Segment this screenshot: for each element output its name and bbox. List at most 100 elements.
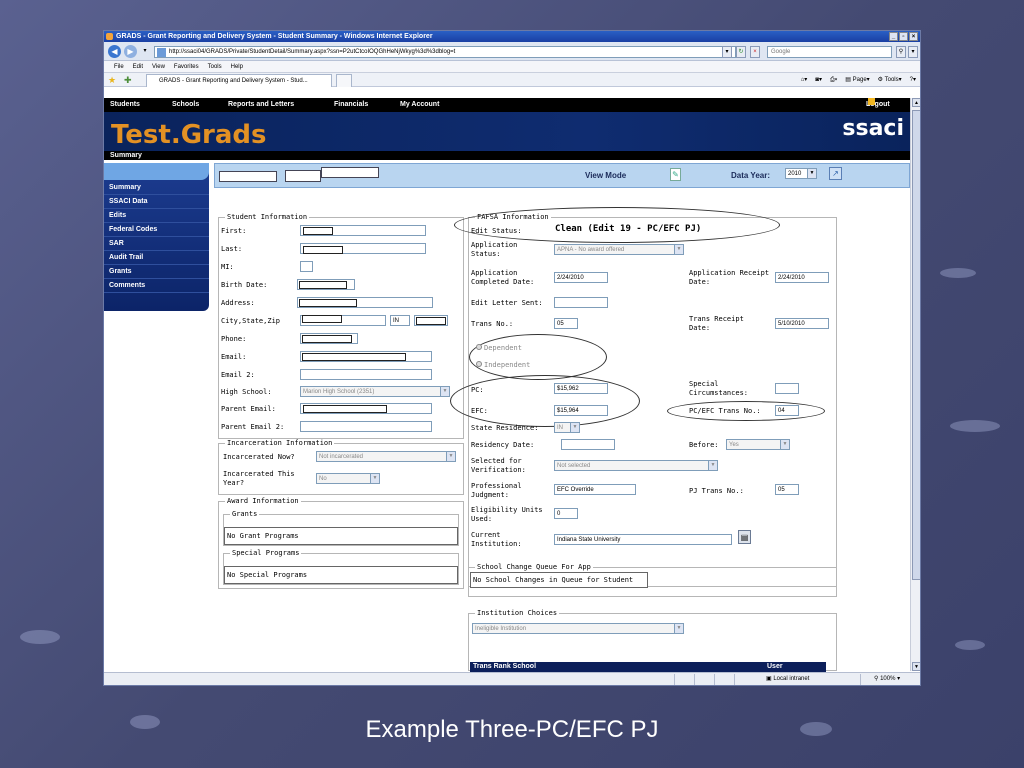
browser-tab[interactable]: GRADS - Grant Reporting and Delivery Sys… <box>146 74 332 87</box>
incarcerated-year-select[interactable]: No ▼ <box>316 473 380 484</box>
address-input[interactable] <box>297 297 433 308</box>
state-residence-select[interactable]: IN ▼ <box>554 422 580 433</box>
email-input[interactable] <box>300 351 432 362</box>
forward-icon[interactable]: ▶ <box>124 45 137 58</box>
sidebar-item-grants[interactable]: Grants <box>104 265 209 279</box>
tools-menu[interactable]: ⚙ Tools▾ <box>878 73 902 87</box>
institution-lookup-icon[interactable]: ▤ <box>738 530 751 544</box>
sidebar-item-edits[interactable]: Edits <box>104 209 209 223</box>
trans-no-input[interactable]: 05 <box>554 318 578 329</box>
breadcrumb: Summary <box>104 151 910 160</box>
trans-receipt-input[interactable]: 5/10/2010 <box>775 318 829 329</box>
pc-efc-trans-input[interactable]: 04 <box>775 405 799 416</box>
institution-choices-select[interactable]: Ineligible Institution ▼ <box>472 623 684 634</box>
nav-reports-letters[interactable]: Reports and Letters <box>228 98 294 112</box>
elig-units-input[interactable]: 0 <box>554 508 578 519</box>
stop-icon[interactable]: × <box>750 46 760 58</box>
special-circ-input[interactable] <box>775 383 799 394</box>
scroll-down-icon[interactable]: ▼ <box>912 662 920 671</box>
url-field[interactable]: http://ssaci04/GRADS/Private/StudentDeta… <box>154 46 736 58</box>
institution-table-header: Trans Rank School User <box>470 662 826 672</box>
scroll-up-icon[interactable]: ▲ <box>912 98 920 107</box>
sidebar-item-summary[interactable]: Summary <box>104 181 209 195</box>
app-completed-input[interactable]: 2/24/2010 <box>554 272 608 283</box>
history-dropdown-icon[interactable]: ▾ <box>140 46 150 58</box>
sidebar-item-ssaci-data[interactable]: SSACI Data <box>104 195 209 209</box>
new-tab-button[interactable] <box>336 74 352 87</box>
menu-help[interactable]: Help <box>231 61 243 72</box>
url-dropdown-icon[interactable]: ▾ <box>722 46 732 58</box>
close-button[interactable]: × <box>909 32 918 41</box>
state-input[interactable]: IN <box>390 315 410 326</box>
pc-input[interactable]: $15,962 <box>554 383 608 394</box>
sidebar-item-audit-trail[interactable]: Audit Trail <box>104 251 209 265</box>
edit-letter-label: Edit Letter Sent: <box>471 299 543 307</box>
help-icon[interactable]: ?▾ <box>910 73 916 87</box>
high-school-select[interactable]: Marion High School (2351) ▼ <box>300 386 450 397</box>
last-input[interactable] <box>300 243 426 254</box>
chevron-down-icon: ▼ <box>780 440 789 449</box>
phone-input[interactable] <box>300 333 358 344</box>
sidebar-item-comments[interactable]: Comments <box>104 279 209 293</box>
parent-email2-input[interactable] <box>300 421 432 432</box>
search-input[interactable]: Google <box>767 46 892 58</box>
maximize-button[interactable]: ▫ <box>899 32 908 41</box>
page-scrollbar[interactable]: ▲ ▼ <box>910 98 920 671</box>
data-year-go-icon[interactable]: ↗ <box>829 167 842 180</box>
back-icon[interactable]: ◀ <box>108 45 121 58</box>
parent-email-input[interactable] <box>300 403 432 414</box>
home-icon[interactable]: ⌂▾ <box>801 73 808 87</box>
app-receipt-input[interactable]: 2/24/2010 <box>775 272 829 283</box>
search-icon[interactable]: ⚲ <box>896 46 906 58</box>
data-year-select[interactable]: 2010 ▼ <box>785 168 817 179</box>
special-programs-value-box: No Special Programs <box>224 566 458 584</box>
nav-my-account[interactable]: My Account <box>400 98 439 112</box>
nav-schools[interactable]: Schools <box>172 98 199 112</box>
favorites-star-icon[interactable]: ★ <box>108 75 116 85</box>
before-select[interactable]: Yes ▼ <box>726 439 790 450</box>
sidebar-item-federal-codes[interactable]: Federal Codes <box>104 223 209 237</box>
residency-date-input[interactable] <box>561 439 615 450</box>
menu-tools[interactable]: Tools <box>208 61 222 72</box>
zip-input[interactable] <box>414 315 448 326</box>
menu-edit[interactable]: Edit <box>133 61 143 72</box>
pj-trans-input[interactable]: 05 <box>775 484 799 495</box>
menu-view[interactable]: View <box>152 61 165 72</box>
window-titlebar: GRADS - Grant Reporting and Delivery Sys… <box>104 31 920 42</box>
edit-letter-input[interactable] <box>554 297 608 308</box>
minimize-button[interactable]: _ <box>889 32 898 41</box>
redaction-box <box>299 281 347 289</box>
selected-verif-select[interactable]: Not selected ▼ <box>554 460 718 471</box>
menu-file[interactable]: File <box>114 61 124 72</box>
scroll-thumb[interactable] <box>912 110 920 580</box>
edit-mode-icon[interactable]: ✎ <box>670 168 681 181</box>
sidebar-item-sar[interactable]: SAR <box>104 237 209 251</box>
table-header-left: Trans Rank School <box>473 663 537 670</box>
dependent-radio[interactable]: Dependent <box>476 344 522 352</box>
email-label: Email: <box>221 353 247 361</box>
refresh-icon[interactable]: ↻ <box>736 46 746 58</box>
incarceration-legend: Incarceration Information <box>225 439 335 447</box>
prof-judgment-input[interactable]: EFC Override <box>554 484 636 495</box>
mi-input[interactable] <box>300 261 313 272</box>
independent-radio[interactable]: Independent <box>476 361 530 369</box>
add-favorite-icon[interactable]: ✚ <box>124 75 132 85</box>
menu-favorites[interactable]: Favorites <box>174 61 199 72</box>
nav-financials[interactable]: Financials <box>334 98 368 112</box>
chevron-down-icon: ▼ <box>570 423 579 432</box>
city-input[interactable] <box>300 315 386 326</box>
page-menu[interactable]: ▤ Page▾ <box>845 73 869 87</box>
efc-input[interactable]: $15,964 <box>554 405 608 416</box>
nav-students[interactable]: Students <box>110 98 140 112</box>
zoom-control[interactable]: ⚲ 100% ▾ <box>874 673 900 685</box>
birth-date-input[interactable] <box>297 279 355 290</box>
annotation-oval <box>469 334 607 380</box>
feeds-icon[interactable]: ◙▾ <box>815 73 822 87</box>
search-options-icon[interactable]: ▾ <box>908 46 918 58</box>
incarcerated-now-select[interactable]: Not incarcerated ▼ <box>316 451 456 462</box>
email2-input[interactable] <box>300 369 432 380</box>
current-inst-input[interactable]: Indiana State University <box>554 534 732 545</box>
first-input[interactable] <box>300 225 426 236</box>
app-status-select[interactable]: APNA - No award offered ▼ <box>554 244 684 255</box>
print-icon[interactable]: ⎙▾ <box>830 73 837 87</box>
